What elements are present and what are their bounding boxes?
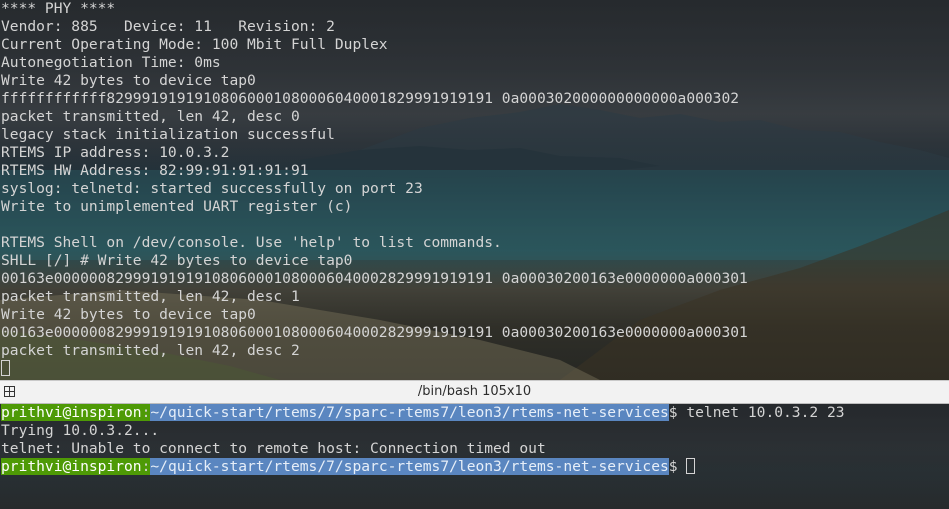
prompt-path: ~/quick-start/rtems/7/sparc-rtems7/leon3… [150, 404, 669, 421]
command-spacer [678, 458, 687, 475]
prompt-user: prithvi@inspiron [1, 458, 142, 475]
command-text: telnet 10.0.3.2 23 [677, 404, 845, 421]
prompt-user: prithvi@inspiron [1, 404, 142, 421]
terminal-line: Autonegotiation Time: 0ms [1, 54, 221, 71]
desktop-screen: **** PHY **** Vendor: 885 Device: 11 Revi… [0, 0, 949, 509]
terminal-line: Trying 10.0.3.2... [1, 422, 160, 439]
terminal-line: Vendor: 885 Device: 11 Revision: 2 [1, 18, 335, 35]
terminal-line: packet transmitted, len 42, desc 2 [1, 342, 300, 359]
prompt-line-active[interactable]: prithvi@inspiron:~/quick-start/rtems/7/s… [1, 458, 845, 476]
terminal-line: 00163e0000008299919191910806000108000604… [1, 270, 748, 287]
terminal-line: **** PHY **** [1, 0, 116, 17]
terminal-cursor[interactable] [686, 458, 696, 474]
terminal-line: Write 42 bytes to device tap0 [1, 306, 256, 323]
terminal-line: ffffffffffff8299919191910806000108000604… [1, 90, 740, 107]
pane-title: /bin/bash 105x10 [417, 384, 532, 399]
terminal-line: telnet: Unable to connect to remote host… [1, 440, 546, 457]
terminal-line: legacy stack initialization successful [1, 126, 335, 143]
prompt-symbol: $ [668, 404, 678, 421]
terminal-cursor-line [1, 360, 748, 378]
terminal-line: RTEMS HW Address: 82:99:91:91:91:91 [1, 162, 309, 179]
terminal-line: Write to unimplemented UART register (c) [1, 198, 353, 215]
terminal-line: Current Operating Mode: 100 Mbit Full Du… [1, 36, 388, 53]
terminal-line: Write 42 bytes to device tap0 [1, 72, 256, 89]
terminal-line: RTEMS Shell on /dev/console. Use 'help' … [1, 234, 502, 251]
top-terminal-output: **** PHY **** Vendor: 885 Device: 11 Revi… [1, 0, 748, 378]
terminal-line: RTEMS IP address: 10.0.3.2 [1, 144, 230, 161]
prompt-path: ~/quick-start/rtems/7/sparc-rtems7/leon3… [150, 458, 669, 475]
terminal-pane-top[interactable]: **** PHY **** Vendor: 885 Device: 11 Revi… [0, 0, 949, 380]
bottom-terminal-output: prithvi@inspiron:~/quick-start/rtems/7/s… [1, 404, 845, 476]
terminal-line: packet transmitted, len 42, desc 1 [1, 288, 300, 305]
split-title-bar[interactable]: /bin/bash 105x10 [0, 380, 949, 404]
terminal-pane-bottom[interactable]: prithvi@inspiron:~/quick-start/rtems/7/s… [0, 404, 949, 509]
terminal-line: 00163e0000008299919191910806000108000604… [1, 324, 748, 341]
terminal-line: syslog: telnetd: started successfully on… [1, 180, 423, 197]
terminal-line: packet transmitted, len 42, desc 0 [1, 108, 300, 125]
prompt-symbol: $ [668, 458, 678, 475]
prompt-line: prithvi@inspiron:~/quick-start/rtems/7/s… [1, 404, 845, 422]
terminal-cursor [1, 360, 10, 376]
terminal-line: SHLL [/] # Write 42 bytes to device tap0 [1, 252, 353, 269]
